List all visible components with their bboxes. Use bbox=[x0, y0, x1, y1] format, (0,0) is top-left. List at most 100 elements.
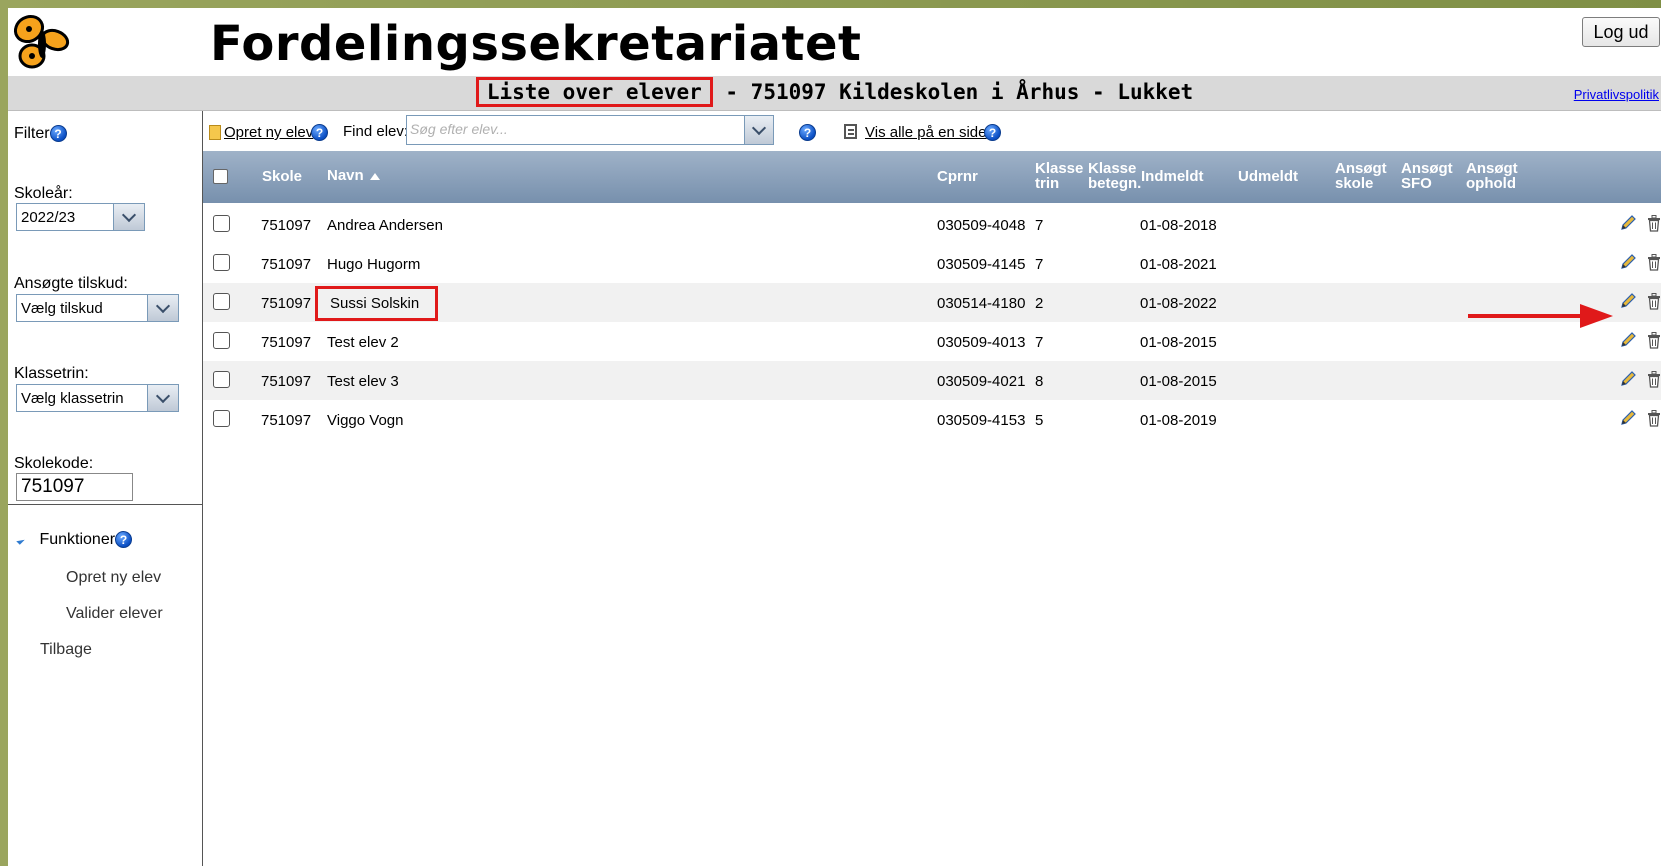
back-link[interactable]: Tilbage bbox=[40, 641, 92, 659]
table-row[interactable]: 751097 Hugo Hugorm 030509-4145 7 01-08-2… bbox=[203, 244, 1661, 283]
edit-pencil-icon[interactable] bbox=[1619, 214, 1637, 232]
col-klasse-betegn-2: betegn. bbox=[1088, 175, 1142, 192]
edit-pencil-icon[interactable] bbox=[1619, 331, 1637, 349]
cell-trin: 7 bbox=[1035, 334, 1044, 351]
page-title-rest: - 751097 Kildeskolen i Århus - Lukket bbox=[712, 80, 1194, 104]
table-row[interactable]: 751097 Test elev 3 030509-4021 8 01-08-2… bbox=[203, 361, 1661, 400]
edit-pencil-icon[interactable] bbox=[1619, 370, 1637, 388]
delete-trash-icon[interactable] bbox=[1646, 409, 1661, 427]
cell-cpr: 030509-4145 bbox=[937, 256, 1026, 273]
cell-cpr: 030509-4153 bbox=[937, 412, 1026, 429]
cell-indmeldt: 01-08-2021 bbox=[1140, 256, 1217, 273]
col-navn[interactable]: Navn bbox=[327, 168, 380, 183]
schoolcode-label: Skolekode: bbox=[14, 455, 94, 472]
create-student-button[interactable]: Opret ny elev bbox=[224, 124, 313, 141]
help-icon[interactable]: ? bbox=[49, 125, 67, 142]
cell-navn[interactable]: Andrea Andersen bbox=[327, 217, 443, 234]
cell-navn[interactable]: Test elev 3 bbox=[327, 373, 399, 390]
col-klasse-trin[interactable]: Klasse trin bbox=[1035, 161, 1083, 191]
col-ansogt-ophold-2: ophold bbox=[1466, 175, 1516, 192]
search-input[interactable]: Søg efter elev... bbox=[410, 121, 508, 137]
table-row[interactable]: 751097 Viggo Vogn 030509-4153 5 01-08-20… bbox=[203, 400, 1661, 439]
row-checkbox[interactable] bbox=[213, 293, 230, 310]
cell-trin: 8 bbox=[1035, 373, 1044, 390]
collapse-triangle-icon[interactable] bbox=[16, 536, 25, 545]
col-ansogt-skole[interactable]: Ansøgt skole bbox=[1335, 161, 1387, 191]
logout-button[interactable]: Log ud bbox=[1582, 17, 1660, 47]
chevron-down-icon[interactable] bbox=[147, 385, 178, 411]
cell-skole: 751097 bbox=[261, 373, 312, 390]
select-all-checkbox[interactable] bbox=[213, 169, 228, 184]
page-header-bar: Liste over elever - 751097 Kildeskolen i… bbox=[8, 76, 1661, 111]
row-checkbox[interactable] bbox=[213, 371, 230, 388]
delete-trash-icon[interactable] bbox=[1646, 292, 1661, 310]
cell-navn-highlighted[interactable]: Sussi Solskin bbox=[315, 286, 439, 321]
cell-trin: 7 bbox=[1035, 217, 1044, 234]
cell-navn[interactable]: Test elev 2 bbox=[327, 334, 399, 351]
col-klasse-trin-2: trin bbox=[1035, 175, 1060, 192]
cell-skole: 751097 bbox=[261, 412, 312, 429]
delete-trash-icon[interactable] bbox=[1646, 370, 1661, 388]
grade-label: Klassetrin: bbox=[14, 365, 89, 382]
col-ansogt-ophold[interactable]: Ansøgt ophold bbox=[1466, 161, 1518, 191]
grant-label: Ansøgte tilskud: bbox=[14, 275, 128, 292]
table-row[interactable]: 751097 Sussi Solskin 030514-4180 2 01-08… bbox=[203, 283, 1661, 322]
cell-navn[interactable]: Viggo Vogn bbox=[327, 412, 403, 429]
header: Fordelingssekretariatet Log ud bbox=[8, 8, 1661, 76]
row-checkbox[interactable] bbox=[213, 215, 230, 232]
cell-navn[interactable]: Hugo Hugorm bbox=[327, 256, 420, 273]
delete-trash-icon[interactable] bbox=[1646, 331, 1661, 349]
delete-trash-icon[interactable] bbox=[1646, 253, 1661, 271]
cell-indmeldt: 01-08-2015 bbox=[1140, 334, 1217, 351]
filter-heading: Filter? bbox=[14, 125, 67, 143]
cell-trin: 5 bbox=[1035, 412, 1044, 429]
grade-select[interactable]: Vælg klassetrin bbox=[16, 384, 179, 412]
sort-ascending-icon bbox=[369, 172, 380, 180]
chevron-down-icon[interactable] bbox=[744, 116, 773, 144]
help-icon[interactable]: ? bbox=[984, 124, 1001, 141]
page-title-highlight: Liste over elever bbox=[475, 77, 713, 107]
grant-select[interactable]: Vælg tilskud bbox=[16, 294, 179, 322]
cell-indmeldt: 01-08-2022 bbox=[1140, 295, 1217, 312]
cell-indmeldt: 01-08-2015 bbox=[1140, 373, 1217, 390]
functions-heading[interactable]: Funktioner? bbox=[16, 531, 133, 549]
col-navn-label: Navn bbox=[327, 167, 364, 184]
create-student-link[interactable]: Opret ny elev bbox=[66, 569, 161, 587]
row-checkbox[interactable] bbox=[213, 410, 230, 427]
cell-skole: 751097 bbox=[261, 256, 312, 273]
col-indmeldt[interactable]: Indmeldt bbox=[1141, 169, 1204, 184]
schoolcode-input[interactable]: 751097 bbox=[16, 473, 133, 501]
edit-pencil-icon[interactable] bbox=[1619, 292, 1637, 310]
help-icon[interactable]: ? bbox=[799, 124, 816, 141]
cell-trin: 7 bbox=[1035, 256, 1044, 273]
schoolyear-select[interactable]: 2022/23 bbox=[16, 203, 145, 231]
table-row[interactable]: 751097 Test elev 2 030509-4013 7 01-08-2… bbox=[203, 322, 1661, 361]
col-udmeldt[interactable]: Udmeldt bbox=[1238, 169, 1298, 184]
help-icon[interactable]: ? bbox=[311, 124, 328, 141]
col-skole[interactable]: Skole bbox=[262, 169, 302, 184]
cell-cpr: 030514-4180 bbox=[937, 295, 1026, 312]
row-checkbox[interactable] bbox=[213, 332, 230, 349]
row-checkbox[interactable] bbox=[213, 254, 230, 271]
validate-students-link[interactable]: Valider elever bbox=[66, 605, 163, 623]
chevron-down-icon[interactable] bbox=[147, 295, 178, 321]
cell-indmeldt: 01-08-2018 bbox=[1140, 217, 1217, 234]
chevron-down-icon[interactable] bbox=[113, 204, 144, 230]
col-klasse-betegn[interactable]: Klasse betegn. bbox=[1088, 161, 1141, 191]
filter-label: Filter bbox=[14, 125, 50, 142]
cell-skole: 751097 bbox=[261, 217, 312, 234]
col-cprnr[interactable]: Cprnr bbox=[937, 169, 978, 184]
edit-pencil-icon[interactable] bbox=[1619, 409, 1637, 427]
highlight-box[interactable]: Sussi Solskin bbox=[315, 286, 439, 321]
edit-pencil-icon[interactable] bbox=[1619, 253, 1637, 271]
table-row[interactable]: 751097 Andrea Andersen 030509-4048 7 01-… bbox=[203, 205, 1661, 244]
help-icon[interactable]: ? bbox=[115, 531, 133, 548]
show-all-link[interactable]: Vis alle på en side bbox=[865, 124, 986, 141]
find-student-combobox[interactable]: Søg efter elev... bbox=[406, 115, 774, 145]
delete-trash-icon[interactable] bbox=[1646, 214, 1661, 232]
list-icon bbox=[844, 122, 857, 139]
privacy-policy-link[interactable]: Privatlivspolitik bbox=[1574, 87, 1659, 102]
cell-cpr: 030509-4021 bbox=[937, 373, 1026, 390]
col-ansogt-sfo[interactable]: Ansøgt SFO bbox=[1401, 161, 1453, 191]
schoolyear-value: 2022/23 bbox=[21, 209, 76, 226]
